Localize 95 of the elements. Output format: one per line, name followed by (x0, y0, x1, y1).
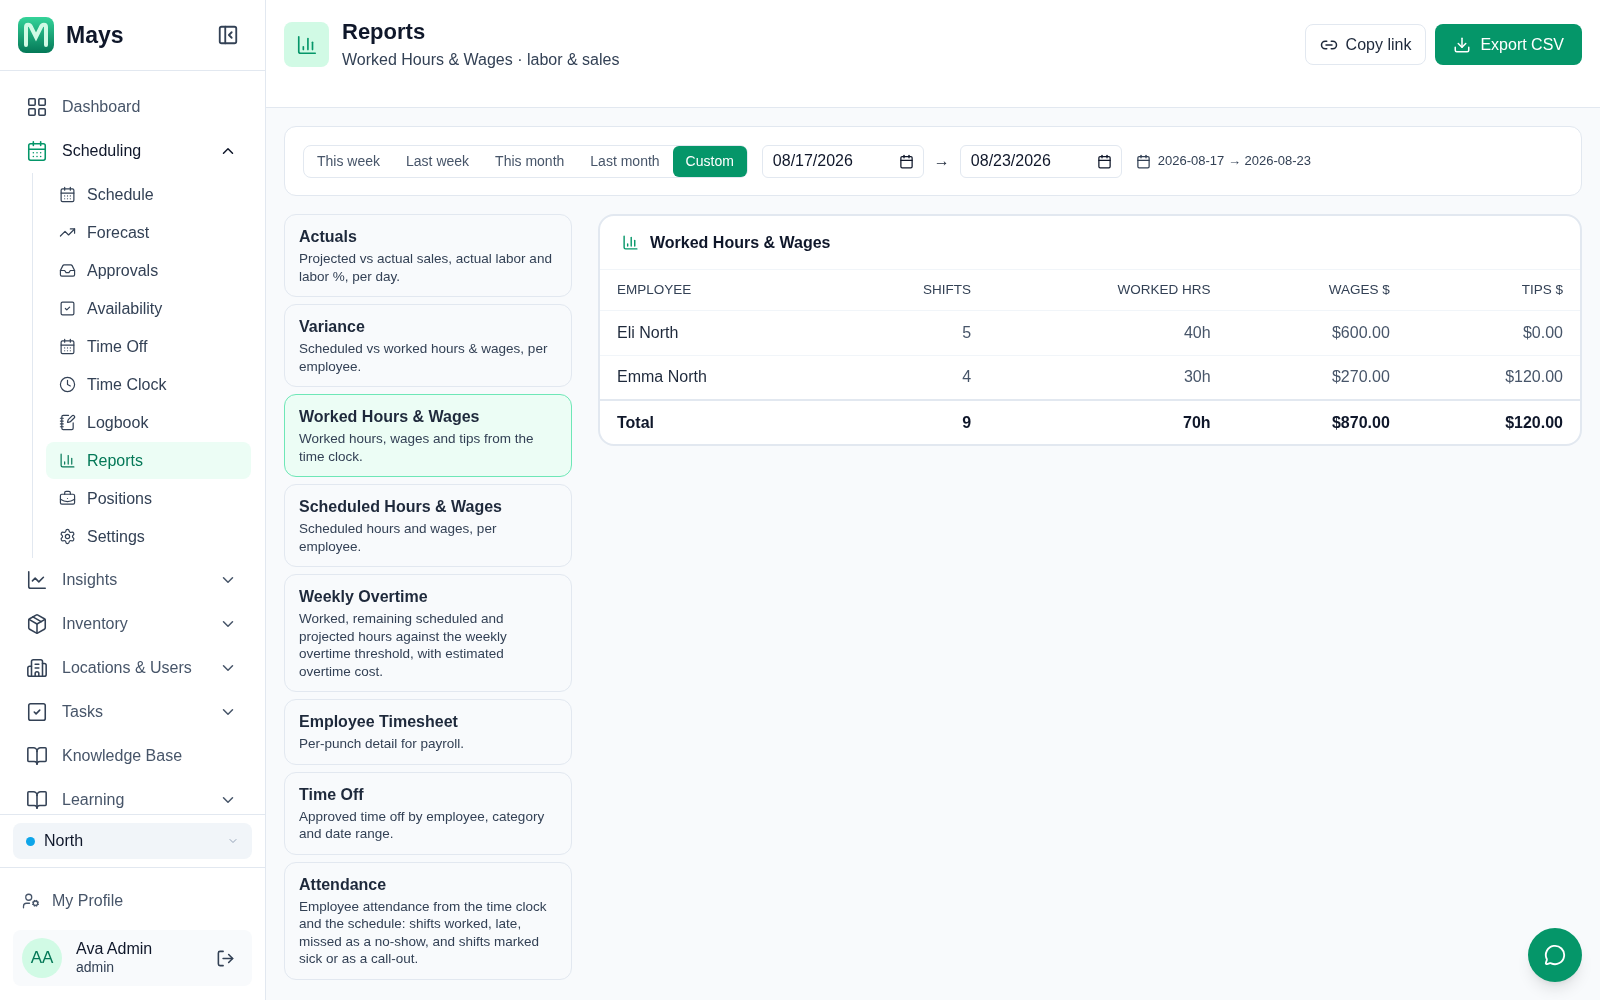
nav-item[interactable]: Insights (14, 558, 251, 602)
report-card[interactable]: Employee Timesheet Per-punch detail for payroll. (284, 699, 572, 765)
nav-subitem[interactable]: Reports (46, 442, 251, 479)
nav-subitem[interactable]: Time Off (46, 328, 251, 365)
nav-subitem[interactable]: Approvals (46, 252, 251, 289)
download-icon (1453, 35, 1472, 54)
nav-subitem[interactable]: Logbook (46, 404, 251, 441)
clock-icon (59, 376, 76, 393)
report-card[interactable]: Actuals Projected vs actual sales, actual labor and labor %, per day. (284, 214, 572, 297)
total-cell: 70h (988, 400, 1228, 444)
column-header: WAGES $ (1227, 270, 1407, 310)
copy-link-button[interactable]: Copy link (1304, 24, 1427, 65)
page-subtitle: Worked Hours & Wages · labor & sales (342, 50, 620, 70)
location-select[interactable]: North (13, 823, 252, 859)
table-cell: 40h (988, 310, 1228, 355)
report-card[interactable]: Weekly Overtime Worked, remaining scheduled and projected hours against the weekly overtime threshold, with estimated overtime cost. (284, 574, 572, 692)
chat-icon (1544, 944, 1566, 966)
nav-item[interactable]: Tasks (14, 690, 251, 734)
notebook-icon (59, 414, 76, 431)
export-csv-button[interactable]: Export CSV (1435, 24, 1582, 65)
grid-icon (26, 96, 48, 118)
bar-chart-icon (295, 33, 318, 56)
user-settings-icon (22, 892, 40, 910)
total-cell: 9 (833, 400, 989, 444)
nav-item[interactable]: Learning (14, 778, 251, 814)
range-summary: 2026-08-17 → 2026-08-23 (1157, 152, 1312, 171)
table-cell: 4 (833, 355, 989, 400)
user-role: admin (76, 959, 116, 977)
calendar-icon (59, 186, 76, 203)
calendar-icon (1135, 153, 1151, 169)
nav-subitem[interactable]: Positions (46, 480, 251, 517)
logo-icon (18, 17, 54, 53)
table-cell: $270.00 (1227, 355, 1407, 400)
nav-subitem[interactable]: Forecast (46, 214, 251, 251)
total-cell: Total (600, 400, 834, 444)
start-date-field[interactable]: 08/17/2026 (761, 144, 924, 178)
nav-subitem[interactable]: Availability (46, 290, 251, 327)
page-title: Reports (342, 18, 427, 46)
report-card[interactable]: Worked Hours & Wages Worked hours, wages and tips from the time clock. (284, 394, 572, 477)
table-cell: $600.00 (1227, 310, 1407, 355)
book-icon (26, 745, 48, 767)
table-cell: Eli North (600, 310, 834, 355)
nav-item[interactable]: Knowledge Base (14, 734, 251, 778)
preset-tab[interactable]: This month (482, 145, 578, 177)
building-icon (26, 657, 48, 679)
total-cell: $120.00 (1406, 400, 1580, 444)
settings-icon (59, 528, 76, 545)
preset-tab[interactable]: Last week (393, 145, 483, 177)
report-card[interactable]: Scheduled Hours & Wages Scheduled hours and wages, per employee. (284, 484, 572, 567)
checkbox-icon (26, 701, 48, 723)
chat-button[interactable] (1528, 928, 1582, 982)
profile-link[interactable]: My Profile (13, 882, 133, 920)
calendar-icon (1096, 153, 1112, 169)
table-title: Worked Hours & Wages (650, 232, 831, 253)
total-cell: $870.00 (1227, 400, 1407, 444)
column-header: WORKED HRS (988, 270, 1228, 310)
line-chart-icon (26, 569, 48, 591)
collapse-sidebar-button[interactable] (217, 24, 239, 46)
column-header: EMPLOYEE (600, 270, 834, 310)
briefcase-icon (59, 490, 76, 507)
calendar-icon (26, 140, 48, 162)
table-cell: $0.00 (1406, 310, 1580, 355)
inbox-icon (59, 262, 76, 279)
brand-name: Mays (66, 20, 124, 50)
table-cell: Emma North (600, 355, 834, 400)
column-header: TIPS $ (1406, 270, 1580, 310)
nav-item[interactable]: Scheduling (14, 129, 251, 173)
column-header: SHIFTS (833, 270, 989, 310)
box-icon (26, 613, 48, 635)
preset-tab[interactable]: Last month (577, 145, 673, 177)
nav-subitem[interactable]: Time Clock (46, 366, 251, 403)
report-card[interactable]: Time Off Approved time off by employee, category and date range. (284, 771, 572, 855)
calendar-icon (898, 153, 914, 169)
book-icon (26, 789, 48, 811)
bar-chart-icon (59, 452, 76, 469)
table-cell: 30h (988, 355, 1228, 400)
table-cell: $120.00 (1406, 355, 1580, 400)
report-card[interactable]: Variance Scheduled vs worked hours & wages, per employee. (284, 304, 572, 387)
user-avatar: AA (22, 938, 62, 978)
nav-item[interactable]: Dashboard (14, 85, 251, 129)
table-cell: 5 (833, 310, 989, 355)
nav-item[interactable]: Inventory (14, 602, 251, 646)
preset-tab[interactable]: This week (304, 145, 394, 177)
checkbox-icon (59, 300, 76, 317)
nav-subitem[interactable]: Settings (46, 518, 251, 555)
nav-subitem[interactable]: Schedule (46, 176, 251, 213)
nav-item[interactable]: Locations & Users (14, 646, 251, 690)
logout-button[interactable] (216, 948, 235, 968)
range-arrow: → (933, 151, 950, 171)
user-name: Ava Admin (76, 939, 153, 960)
calendar-icon (59, 338, 76, 355)
report-card[interactable]: Attendance Employee attendance from the time clock and the schedule: shifts worked, late, missed as a no-show, and shifts marked sick or as a call-out. (284, 861, 572, 980)
preset-tab[interactable]: Custom (672, 145, 747, 177)
end-date-field[interactable]: 08/23/2026 (959, 144, 1122, 178)
bar-chart-icon (622, 234, 639, 251)
